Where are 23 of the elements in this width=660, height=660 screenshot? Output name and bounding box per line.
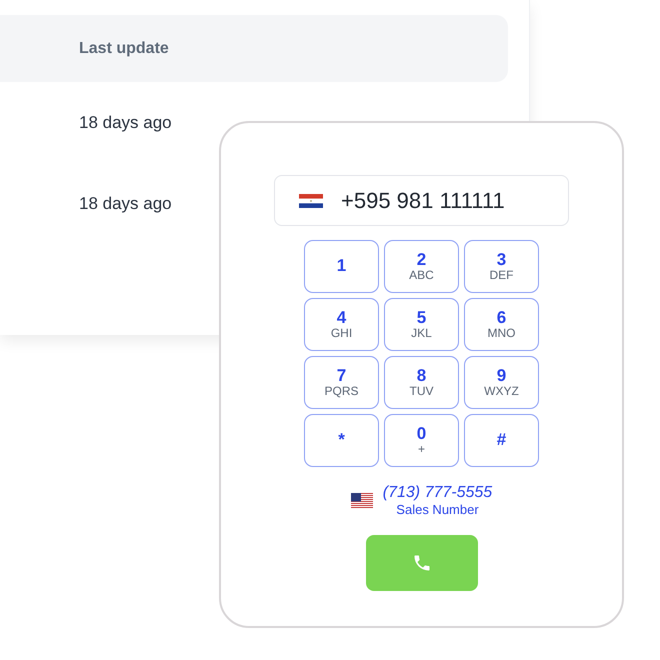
phone-icon [412,553,432,573]
call-button[interactable] [366,535,478,591]
usa-flag-icon [350,492,373,508]
column-header: Last update [79,40,169,58]
dial-key[interactable]: 3 DEF [464,240,539,293]
dial-key[interactable]: 6 MNO [464,298,539,351]
dial-key[interactable]: # [464,414,539,467]
dial-key[interactable]: 7 PQRS [304,356,379,409]
dial-key[interactable]: 2 ABC [384,240,459,293]
dial-key[interactable]: 9 WXYZ [464,356,539,409]
dial-key[interactable]: 4 GHI [304,298,379,351]
caller-number: (713) 777-5555 [382,484,492,502]
table-cell: 18 days ago [79,194,172,214]
dial-key[interactable]: * [304,414,379,467]
dial-key[interactable]: 0 + [384,414,459,467]
paraguay-flag-icon [299,194,323,208]
phone-input-field[interactable]: +595 981 111111 [274,175,569,226]
table-cell: 18 days ago [79,112,172,132]
dial-key[interactable]: 5 JKL [384,298,459,351]
caller-label: Sales Number [396,502,479,517]
dial-key[interactable]: 8 TUV [384,356,459,409]
dial-key[interactable]: 1 [304,240,379,293]
phone-number: +595 981 111111 [341,188,505,214]
